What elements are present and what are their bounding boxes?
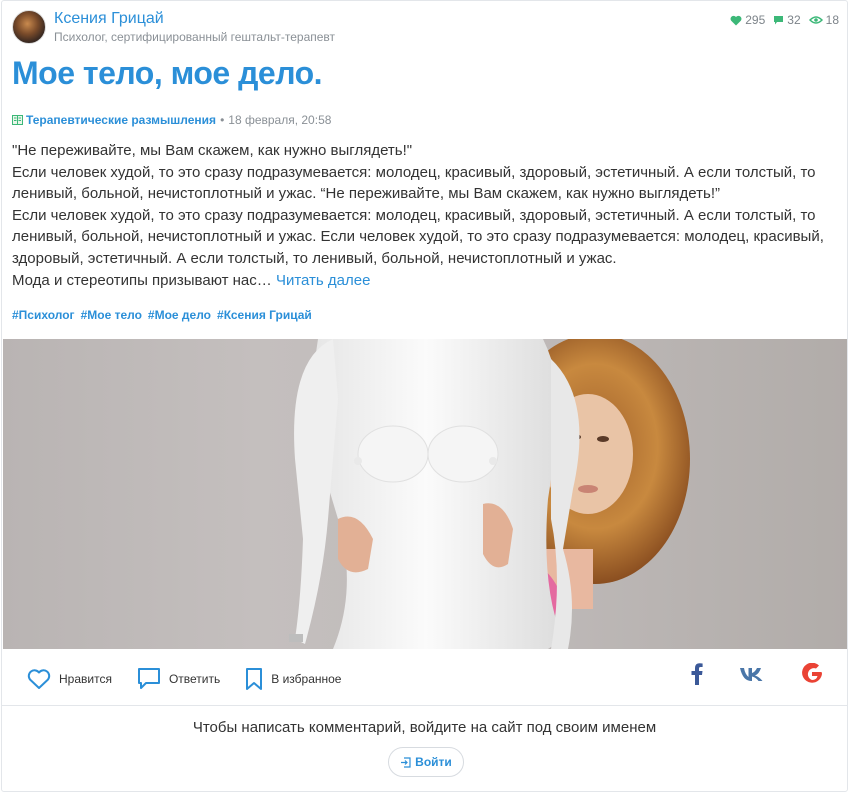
tag-list: #Психолог #Мое тело #Мое дело #Ксения Гр… [12,308,312,322]
read-more-link[interactable]: Читать далее [276,272,370,289]
tag-link[interactable]: #Мое дело [148,308,211,322]
favorite-button[interactable]: В избранное [245,667,341,691]
tag-link[interactable]: #Ксения Грицай [217,308,312,322]
comments-stat: 32 [773,13,801,27]
comment-outline-icon [137,668,160,689]
post-body: "Не переживайте, мы Вам скажем, как нужн… [12,140,842,291]
avatar[interactable] [12,10,46,44]
post-category[interactable]: Терапевтические размышления [26,113,216,127]
post-paragraph: Если человек худой, то это сразу подразу… [12,206,824,267]
reply-button[interactable]: Ответить [137,667,220,691]
post-image[interactable] [3,339,847,649]
facebook-icon[interactable] [691,663,703,685]
google-icon[interactable] [801,663,823,685]
heart-outline-icon [27,669,51,689]
comment-icon [774,15,784,24]
author-block[interactable]: Ксения Грицай Психолог, сертифицированны… [12,10,335,44]
post-stats: 295 32 18 [722,13,839,27]
heart-icon [730,15,742,25]
like-button[interactable]: Нравится [27,668,112,690]
likes-stat: 295 [730,13,765,27]
views-stat: 18 [808,13,839,27]
post-paragraph: Если человек худой, то это сразу подразу… [12,163,816,203]
post-teaser: Мода и стереотипы призывают нас… [12,271,272,289]
share-buttons [691,663,823,685]
like-label: Нравится [59,672,112,686]
post-paragraph: "Не переживайте, мы Вам скажем, как нужн… [12,142,413,159]
favorite-label: В избранное [271,672,342,686]
likes-count: 295 [745,13,766,27]
login-icon [401,756,411,768]
post-image-illustration [289,339,690,649]
post-title[interactable]: Мое тело, мое дело. [12,55,323,92]
eye-icon [808,16,823,24]
post-meta: Терапевтические размышления • 18 февраля… [12,113,331,127]
comments-count: 32 [787,13,801,27]
book-icon [12,115,23,125]
divider [2,705,847,706]
author-subtitle: Психолог, сертифицированный гештальт-тер… [54,29,336,44]
meta-separator: • [220,113,225,127]
tag-link[interactable]: #Мое тело [81,308,142,322]
post-paragraph-last: Мода и стереотипы призывают нас… Читать … [12,270,842,292]
author-name[interactable]: Ксения Грицай [54,10,335,28]
reply-label: Ответить [168,672,221,686]
vk-icon[interactable] [739,666,765,682]
views-count: 18 [825,13,839,27]
post-date: 18 февраля, 20:58 [228,113,332,127]
login-button-label: Войти [415,755,452,769]
bookmark-icon [246,668,263,690]
login-prompt: Чтобы написать комментарий, войдите на с… [192,719,657,736]
post-card: Ксения Грицай Психолог, сертифицированны… [1,0,848,792]
login-button[interactable]: Войти [388,747,464,777]
tag-link[interactable]: #Психолог [12,308,75,322]
